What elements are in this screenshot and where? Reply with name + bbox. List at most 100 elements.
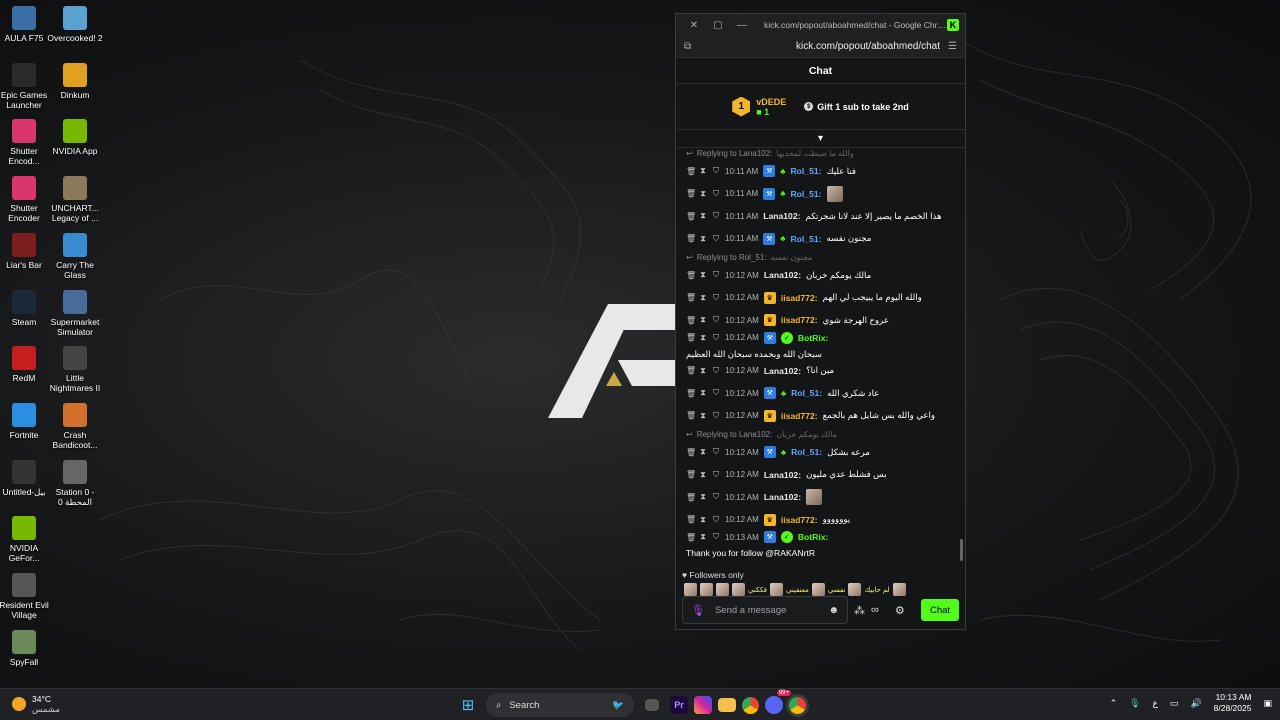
message-input[interactable]: 🎙 Send a message ☻ bbox=[682, 596, 848, 624]
desktop-icon[interactable]: NVIDIA App bbox=[47, 119, 103, 156]
message-username[interactable]: Rol_51: bbox=[790, 234, 821, 244]
chrome-icon[interactable] bbox=[742, 696, 759, 714]
chat-message[interactable]: 🗑 ⧗ ⛉ 10:13 AM ⚒ ✓ BotRix: Thank you for follow… bbox=[686, 531, 955, 558]
timeout-icon[interactable]: ⧗ bbox=[699, 315, 707, 325]
chat-message[interactable]: 🗑 ⧗ ⛉ 10:12 AM ♛ iisad772: يوووووو bbox=[686, 509, 955, 532]
shield-icon[interactable]: ⛉ bbox=[712, 166, 720, 176]
language-indicator[interactable]: ع bbox=[1153, 698, 1158, 709]
desktop-icon[interactable]: Supermarket Simulator bbox=[47, 289, 103, 337]
desktop-icon[interactable]: Little Nightmares II bbox=[47, 346, 103, 393]
emote-image[interactable] bbox=[811, 583, 825, 596]
message-username[interactable]: Rol_51: bbox=[790, 166, 821, 176]
timeout-icon[interactable]: ⧗ bbox=[699, 234, 707, 244]
message-username[interactable]: Lana102: bbox=[764, 470, 801, 480]
chat-scrollbar[interactable] bbox=[960, 539, 963, 561]
discord-icon[interactable]: 99+ bbox=[765, 690, 791, 714]
delete-icon[interactable]: 🗑 bbox=[686, 167, 696, 176]
emote-text[interactable]: فككني bbox=[748, 586, 767, 594]
desktop-icon[interactable]: Epic Games Launcher bbox=[0, 62, 52, 110]
timeout-icon[interactable]: ⧗ bbox=[699, 366, 707, 376]
desktop-icon[interactable]: Shutter Encoder bbox=[0, 176, 52, 223]
chrome-active-icon[interactable] bbox=[789, 696, 806, 714]
message-username[interactable]: iisad772: bbox=[781, 411, 818, 421]
timeout-icon[interactable]: ⧗ bbox=[699, 532, 707, 542]
chat-message[interactable]: 🗑 ⧗ ⛉ 10:11 AM ⚒ ♣ Rol_51: bbox=[686, 183, 955, 206]
delete-icon[interactable]: 🗑 bbox=[686, 316, 696, 325]
emote-image[interactable] bbox=[684, 583, 697, 596]
chat-message[interactable]: 🗑 ⧗ ⛉ 10:12 AM ♛ iisad772: عروح الهرجة شوي bbox=[686, 309, 955, 332]
timeout-icon[interactable]: ⧗ bbox=[699, 388, 707, 398]
emote-text[interactable]: معنفيني bbox=[786, 586, 809, 594]
message-username[interactable]: Rol_51: bbox=[791, 447, 822, 457]
desktop-icon[interactable]: Crash Bandicoot... bbox=[47, 402, 103, 450]
message-username[interactable]: iisad772: bbox=[781, 293, 818, 303]
delete-icon[interactable]: 🗑 bbox=[686, 271, 696, 280]
message-username[interactable]: iisad772: bbox=[781, 315, 818, 325]
timeout-icon[interactable]: ⧗ bbox=[699, 492, 707, 502]
desktop-icon[interactable]: RedM bbox=[0, 346, 52, 383]
taskbar-search[interactable]: ⌕ Search 🐦 bbox=[486, 693, 634, 717]
chat-message[interactable]: 🗑 ⧗ ⛉ 10:11 AM ⚒ ♣ Rol_51: مجنون نفسه bbox=[686, 228, 955, 251]
site-settings-icon[interactable]: ☰ bbox=[948, 41, 957, 52]
url-text[interactable]: kick.com/popout/aboahmed/chat bbox=[691, 41, 948, 52]
chat-message[interactable]: 🗑 ⧗ ⛉ 10:11 AM ⚒ ♣ Rol_51: فنا عليك bbox=[686, 160, 955, 183]
delete-icon[interactable]: 🗑 bbox=[686, 234, 696, 243]
desktop-icon[interactable]: AULA F75 bbox=[0, 6, 52, 43]
chat-message[interactable]: 🗑 ⧗ ⛉ 10:12 AM Lana102: مين انا؟ bbox=[686, 360, 955, 383]
start-icon[interactable]: ⊞ bbox=[456, 693, 480, 717]
message-username[interactable]: Rol_51: bbox=[791, 388, 822, 398]
gift-sub-button[interactable]: $ Gift 1 sub to take 2nd bbox=[804, 102, 909, 112]
shield-icon[interactable]: ⛉ bbox=[712, 532, 720, 542]
message-username[interactable]: BotRix: bbox=[798, 333, 829, 343]
timeout-icon[interactable]: ⧗ bbox=[699, 515, 707, 525]
shield-icon[interactable]: ⛉ bbox=[712, 234, 720, 244]
emote-text[interactable]: نفسي bbox=[828, 586, 846, 594]
emoji-icon[interactable]: ☻ bbox=[828, 605, 839, 616]
delete-icon[interactable]: 🗑 bbox=[686, 493, 696, 502]
mic-icon[interactable]: 🎙 bbox=[691, 604, 705, 617]
message-username[interactable]: Rol_51: bbox=[790, 189, 821, 199]
shield-icon[interactable]: ⛉ bbox=[712, 333, 720, 343]
volume-icon[interactable]: 🔊 bbox=[1190, 698, 1201, 709]
shield-icon[interactable]: ⛉ bbox=[712, 366, 720, 376]
timeout-icon[interactable]: ⧗ bbox=[699, 470, 707, 480]
delete-icon[interactable]: 🗑 bbox=[686, 448, 696, 457]
shield-icon[interactable]: ⛉ bbox=[712, 293, 720, 303]
shield-icon[interactable]: ⛉ bbox=[712, 270, 720, 280]
emote-image[interactable] bbox=[892, 583, 906, 596]
delete-icon[interactable]: 🗑 bbox=[686, 470, 696, 479]
desktop-icon[interactable]: Shutter Encod... bbox=[0, 119, 52, 166]
delete-icon[interactable]: 🗑 bbox=[686, 533, 696, 542]
shield-icon[interactable]: ⛉ bbox=[712, 447, 720, 457]
file-explorer-icon[interactable] bbox=[718, 698, 736, 712]
clock[interactable]: 10:13 AM 8/28/2025 bbox=[1214, 692, 1252, 714]
desktop-icon[interactable]: UNCHART... Legacy of ... bbox=[47, 176, 103, 223]
delete-icon[interactable]: 🗑 bbox=[686, 411, 696, 420]
premiere-icon[interactable]: Pr bbox=[670, 696, 688, 714]
timeout-icon[interactable]: ⧗ bbox=[699, 189, 707, 199]
timeout-icon[interactable]: ⧗ bbox=[699, 293, 707, 303]
close-icon[interactable]: ✕ bbox=[682, 20, 706, 31]
desktop-icon[interactable]: Dinkum bbox=[47, 62, 103, 100]
instagram-icon[interactable] bbox=[694, 696, 712, 714]
infinity-icon[interactable]: ∞ bbox=[871, 604, 879, 616]
emote-image[interactable] bbox=[848, 583, 862, 596]
translate-icon[interactable]: ⧉ bbox=[684, 41, 691, 52]
shield-icon[interactable]: ⛉ bbox=[712, 492, 720, 502]
chat-message[interactable]: 🗑 ⧗ ⛉ 10:12 AM ⚒ ♣ Rol_51: عاد شكري الله bbox=[686, 382, 955, 405]
chat-message[interactable]: 🗑 ⧗ ⛉ 10:12 AM ⚒ ✓ BotRix: سبحان الله وبحمده سب… bbox=[686, 331, 955, 360]
delete-icon[interactable]: 🗑 bbox=[686, 366, 696, 375]
emote-text[interactable]: لم حابيك bbox=[864, 586, 889, 594]
notification-icon[interactable]: ▣ bbox=[1263, 698, 1272, 709]
message-username[interactable]: iisad772: bbox=[781, 515, 818, 525]
message-username[interactable]: BotRix: bbox=[798, 532, 829, 542]
shield-icon[interactable]: ⛉ bbox=[712, 189, 720, 199]
mic-tray-icon[interactable]: 🎙 bbox=[1129, 698, 1140, 709]
desktop-icon[interactable]: NVIDIA GeFor... bbox=[0, 516, 52, 563]
task-view-icon[interactable] bbox=[645, 699, 659, 711]
desktop-icon[interactable]: Fortnite bbox=[0, 402, 52, 440]
desktop-icon[interactable]: Station 0 - المحطة 0 bbox=[47, 459, 103, 507]
reply-context[interactable]: ↩ Replying to Rol_51: مجنون نفسه bbox=[686, 250, 955, 264]
timeout-icon[interactable]: ⧗ bbox=[699, 270, 707, 280]
shield-icon[interactable]: ⛉ bbox=[712, 515, 720, 525]
